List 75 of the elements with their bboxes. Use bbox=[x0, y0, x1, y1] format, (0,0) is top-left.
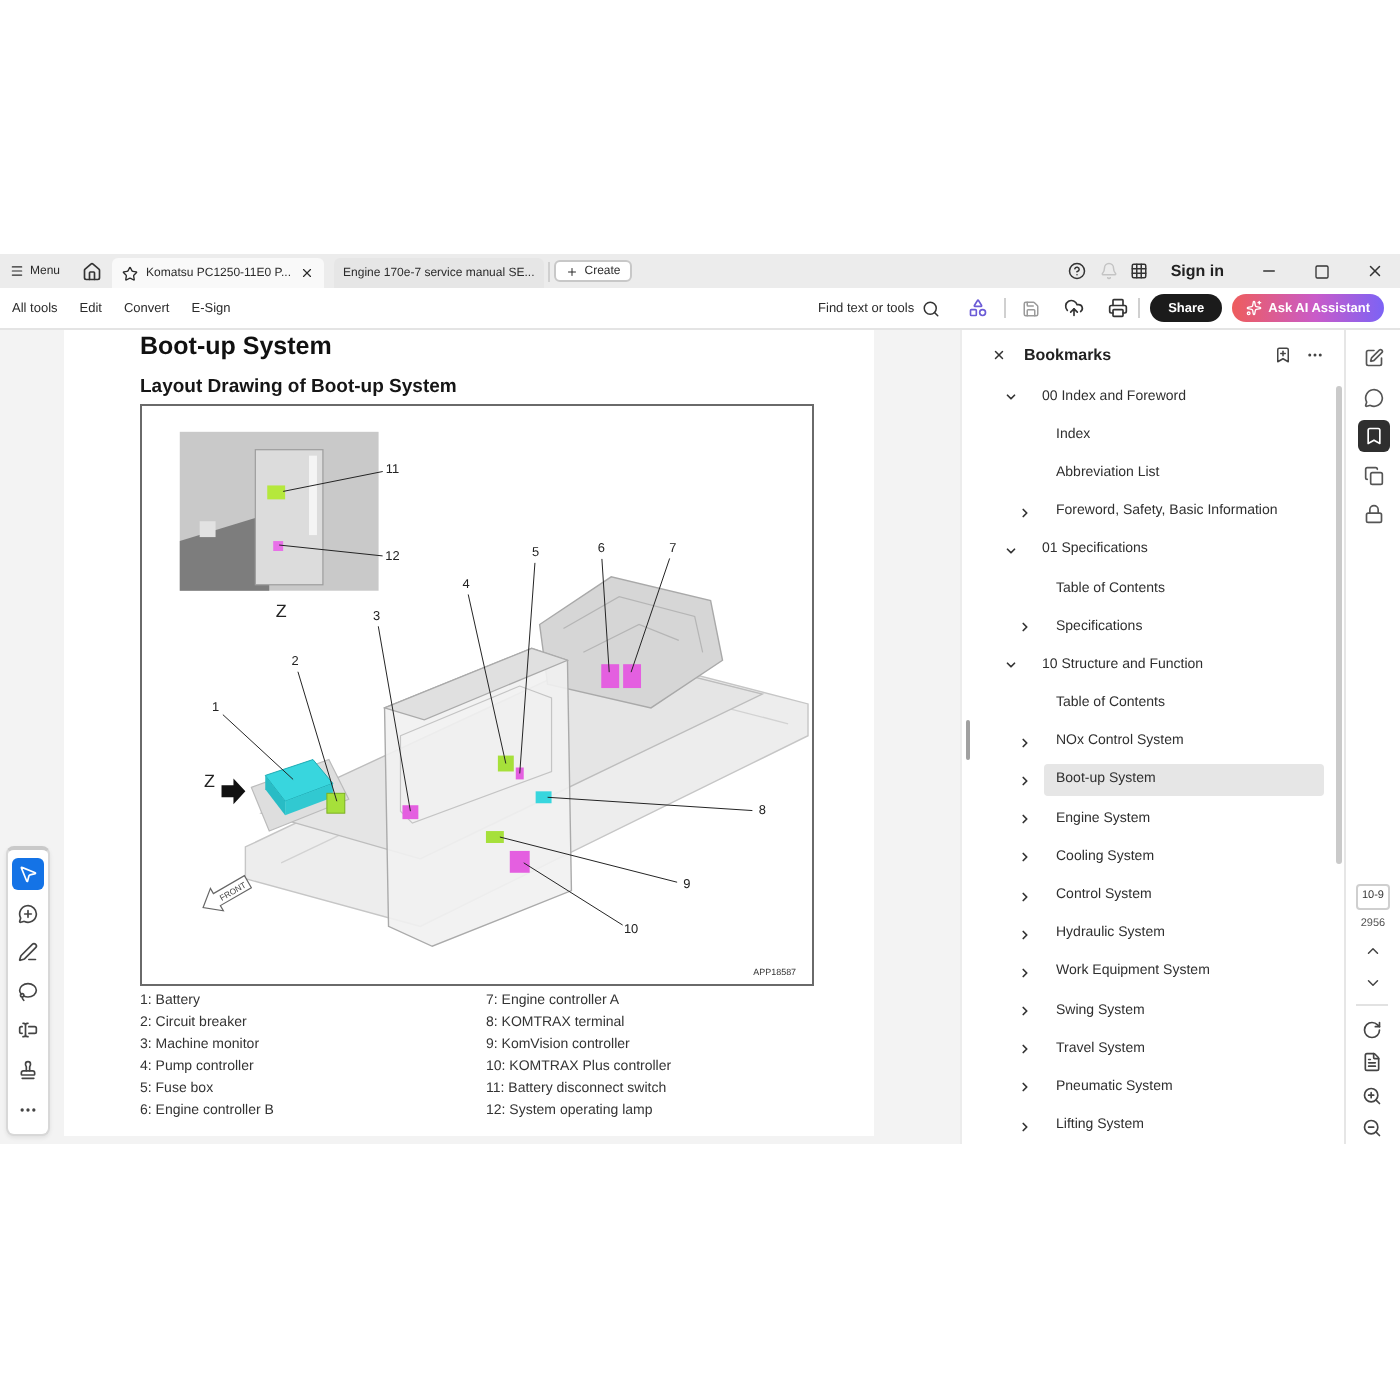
rotate-icon[interactable] bbox=[1362, 1019, 1383, 1039]
scrollbar-thumb[interactable] bbox=[966, 720, 970, 760]
save-icon[interactable] bbox=[1022, 299, 1041, 317]
leader-line bbox=[278, 544, 384, 557]
edit-icon bbox=[1363, 348, 1383, 368]
chevron-down-icon[interactable] bbox=[1004, 543, 1018, 558]
comment-icon bbox=[18, 903, 38, 924]
front-arrow-icon bbox=[202, 874, 253, 912]
apps-grid-icon[interactable] bbox=[1130, 262, 1149, 280]
text-box-icon bbox=[18, 1020, 38, 1041]
chevron-down-icon[interactable] bbox=[1004, 390, 1018, 405]
page-heading: Boot-up System bbox=[140, 332, 332, 360]
cloud-upload-icon[interactable] bbox=[1064, 298, 1085, 318]
view-label: Z bbox=[204, 771, 216, 792]
chevron-right-icon[interactable] bbox=[1018, 1042, 1032, 1057]
chevron-right-icon[interactable] bbox=[1018, 965, 1032, 980]
switch-component bbox=[267, 485, 286, 500]
pointer-icon bbox=[18, 864, 38, 884]
leader-line bbox=[630, 557, 671, 673]
help-icon[interactable] bbox=[1068, 262, 1087, 280]
chevron-right-icon[interactable] bbox=[1018, 927, 1032, 942]
arrow-icon bbox=[221, 778, 246, 805]
bookmark-icon bbox=[1363, 426, 1383, 446]
select-tool-button[interactable] bbox=[12, 858, 44, 890]
maximize-icon[interactable] bbox=[1314, 263, 1330, 279]
file-icon[interactable] bbox=[1362, 1052, 1383, 1072]
chevron-right-icon[interactable] bbox=[1018, 773, 1032, 788]
leader-line bbox=[601, 558, 610, 673]
search-icon bbox=[922, 299, 941, 317]
stamp-icon bbox=[18, 1059, 38, 1080]
chevron-up-icon[interactable] bbox=[1363, 942, 1382, 960]
pages-icon bbox=[1363, 465, 1383, 485]
bookmarks-button[interactable] bbox=[1357, 420, 1389, 452]
shapes-icon[interactable] bbox=[968, 298, 989, 318]
zoom-out-icon[interactable] bbox=[1362, 1118, 1383, 1138]
controller-component bbox=[623, 664, 641, 689]
star-icon bbox=[122, 265, 139, 281]
lock-icon bbox=[1363, 504, 1383, 524]
menu-icon bbox=[10, 264, 24, 278]
monitor-component bbox=[402, 805, 419, 820]
figure-title: Layout Drawing of Boot-up System bbox=[140, 375, 457, 397]
chevron-right-icon[interactable] bbox=[1018, 1119, 1032, 1134]
close-icon[interactable] bbox=[992, 347, 1006, 361]
leader-line bbox=[282, 471, 384, 492]
sparkle-icon bbox=[1246, 300, 1263, 316]
chevron-right-icon[interactable] bbox=[1018, 735, 1032, 750]
chevron-right-icon[interactable] bbox=[1018, 889, 1032, 904]
chevron-down-icon[interactable] bbox=[1004, 658, 1018, 673]
controller-component bbox=[601, 664, 620, 689]
leader-line bbox=[297, 671, 338, 802]
plus-icon bbox=[566, 265, 579, 277]
lasso-icon bbox=[18, 981, 38, 1002]
chevron-right-icon[interactable] bbox=[1018, 505, 1032, 520]
leader-line bbox=[222, 714, 294, 780]
battery-component bbox=[264, 759, 334, 816]
view-label: Z bbox=[275, 600, 287, 621]
chevron-right-icon[interactable] bbox=[1018, 1080, 1032, 1095]
chevron-right-icon[interactable] bbox=[1018, 620, 1032, 635]
bookmark-add-icon[interactable] bbox=[1274, 345, 1292, 363]
breaker-component bbox=[326, 792, 346, 814]
close-tab-icon[interactable] bbox=[299, 266, 314, 280]
chevron-right-icon[interactable] bbox=[1018, 1004, 1032, 1019]
sign-in-button[interactable]: Sign in bbox=[1170, 262, 1224, 280]
controller-component bbox=[485, 831, 504, 843]
home-icon[interactable] bbox=[82, 261, 103, 281]
chevron-right-icon[interactable] bbox=[1018, 812, 1032, 827]
pen-icon bbox=[18, 942, 38, 963]
panel-title: Bookmarks bbox=[1024, 345, 1112, 363]
lamp-component bbox=[273, 541, 284, 551]
zoom-in-icon[interactable] bbox=[1362, 1085, 1383, 1105]
fuse-box-component bbox=[515, 767, 524, 780]
chevron-right-icon[interactable] bbox=[1018, 850, 1032, 865]
close-icon[interactable] bbox=[1366, 262, 1384, 280]
print-icon[interactable] bbox=[1108, 298, 1129, 318]
comment-icon bbox=[1363, 387, 1383, 407]
